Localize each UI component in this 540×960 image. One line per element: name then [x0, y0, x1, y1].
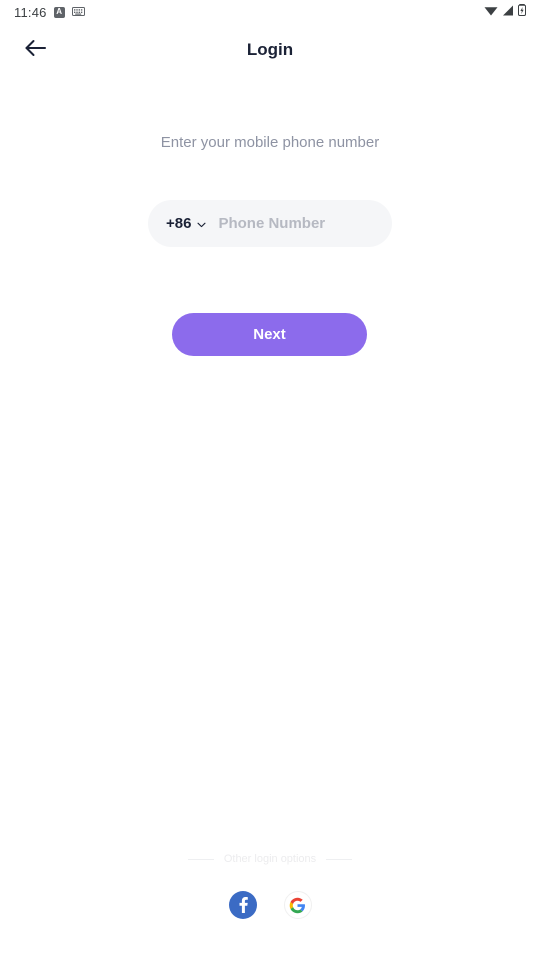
- alphabet-badge-icon: A: [53, 6, 65, 18]
- other-login-options-label: Other login options: [223, 853, 317, 865]
- divider-line-left: [187, 858, 214, 860]
- subtitle-text: Enter your mobile phone number: [160, 134, 380, 151]
- other-login-options-divider: Other login options: [0, 853, 540, 865]
- status-bar: 11:46 A: [0, 0, 540, 24]
- google-icon: [283, 891, 312, 919]
- phone-field[interactable]: +86: [148, 200, 418, 247]
- status-bar-left: 11:46 A: [14, 3, 85, 21]
- page-title: Login: [246, 40, 294, 59]
- app-bar: Login: [0, 28, 540, 72]
- login-screen: 11:46 A Login Enter your mobile phone nu…: [0, 0, 540, 960]
- status-bar-clock: 11:46: [14, 4, 47, 20]
- phone-number-input[interactable]: [218, 215, 418, 232]
- facebook-icon: [228, 891, 257, 919]
- chevron-down-icon: [197, 215, 207, 233]
- status-bar-right: [484, 3, 526, 21]
- keyboard-icon: [71, 3, 85, 21]
- country-code-label: +86: [166, 215, 192, 232]
- wifi-icon: [484, 3, 498, 21]
- cellular-signal-icon: [502, 3, 514, 21]
- facebook-login-button[interactable]: [228, 891, 257, 919]
- country-code-selector[interactable]: +86: [166, 215, 207, 233]
- divider-line-right: [326, 858, 353, 860]
- back-button[interactable]: [18, 32, 54, 68]
- google-login-button[interactable]: [283, 891, 312, 919]
- next-button[interactable]: Next: [172, 313, 367, 356]
- social-login-row: [0, 891, 540, 919]
- battery-charging-icon: [518, 3, 526, 21]
- arrow-left-icon: [25, 39, 47, 62]
